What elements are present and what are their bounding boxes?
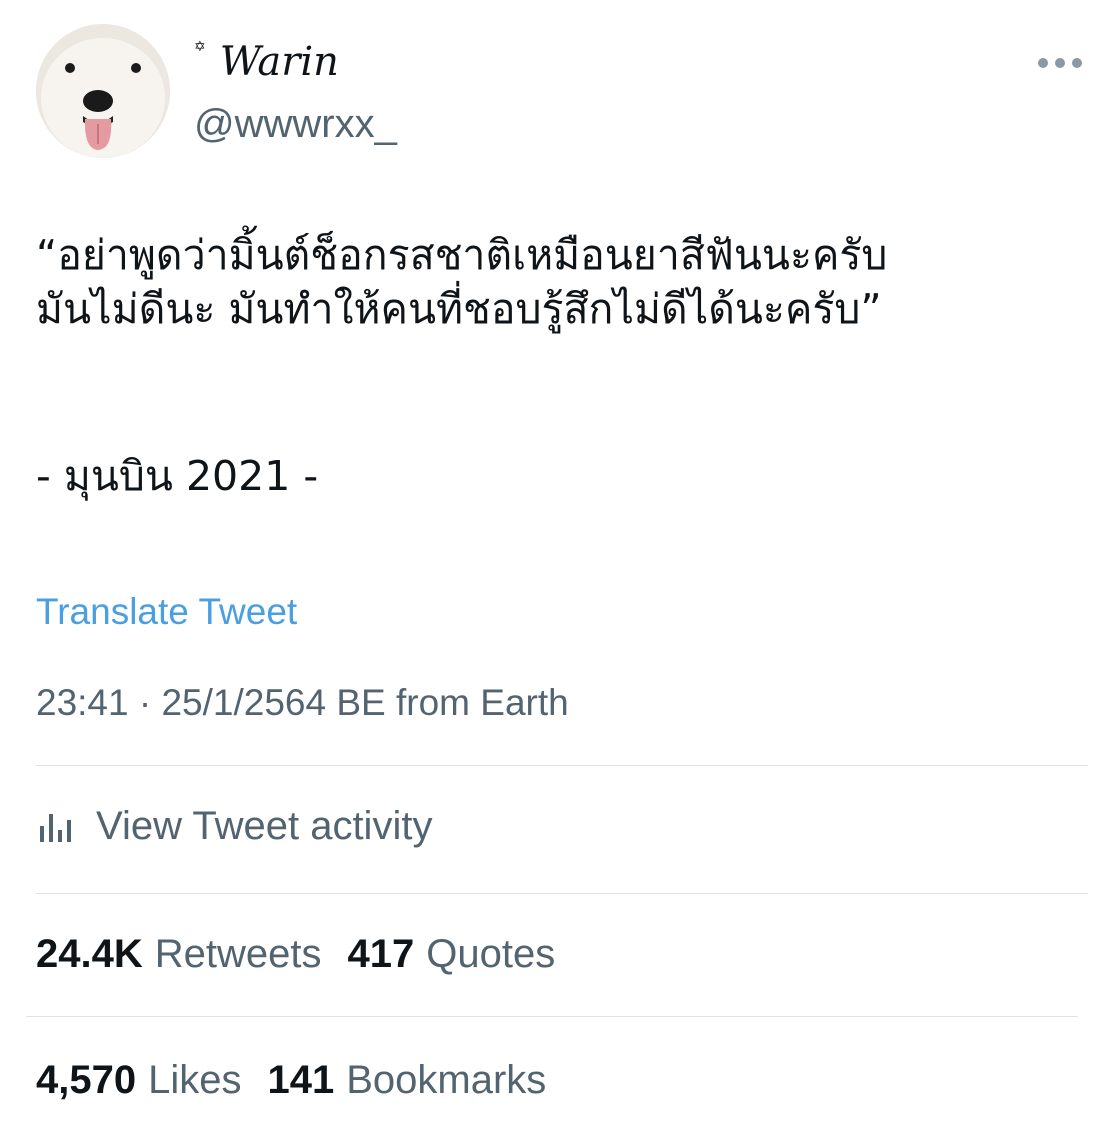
likes-label: Likes <box>148 1058 242 1102</box>
retweets-count: 24.4K <box>36 932 143 976</box>
author-handle[interactable]: @wwwrxx_ <box>194 100 397 148</box>
author-display-name[interactable]: Warin <box>220 36 339 88</box>
tweet-text: “อย่าพูดว่ามิ้นต์ช็อกรสชาติเหมือนยาสีฟัน… <box>36 228 1076 336</box>
tweet-timestamp[interactable]: 23:41 · 25/1/2564 BE from Earth <box>36 680 569 726</box>
bookmarks-stat[interactable]: 141 Bookmarks <box>268 1054 547 1106</box>
more-options-icon[interactable] <box>1038 52 1082 74</box>
star-of-david-icon: ✡ <box>194 39 206 55</box>
view-tweet-activity-label: View Tweet activity <box>96 804 433 848</box>
tweet-signature: - มุนบิน 2021 - <box>36 452 319 500</box>
quotes-count: 417 <box>347 932 415 976</box>
translate-tweet-link[interactable]: Translate Tweet <box>36 590 297 634</box>
dot-icon <box>1038 58 1048 68</box>
divider <box>36 893 1088 894</box>
divider <box>36 765 1088 766</box>
tweet-text-line: มันไม่ดีนะ มันทำให้คนที่ชอบรู้สึกไม่ดีได… <box>36 285 882 333</box>
bar-chart-icon <box>40 814 71 842</box>
bookmarks-count: 141 <box>267 1058 335 1102</box>
retweets-label: Retweets <box>154 932 322 976</box>
bookmarks-label: Bookmarks <box>346 1058 547 1102</box>
engagement-stats-row: 24.4K Retweets 417 Quotes <box>36 926 581 982</box>
dot-icon <box>1072 58 1082 68</box>
author-name-row[interactable]: ✡ Warin <box>194 36 339 96</box>
likes-count: 4,570 <box>36 1058 137 1102</box>
retweets-stat[interactable]: 24.4K Retweets <box>36 928 322 980</box>
likes-stat[interactable]: 4,570 Likes <box>36 1054 242 1106</box>
dot-icon <box>1055 58 1065 68</box>
quotes-stat[interactable]: 417 Quotes <box>348 928 556 980</box>
quotes-label: Quotes <box>426 932 556 976</box>
engagement-stats-row: 4,570 Likes 141 Bookmarks <box>36 1052 572 1108</box>
divider <box>26 1016 1078 1017</box>
white-dog-avatar-icon <box>36 24 170 158</box>
view-tweet-activity-button[interactable]: View Tweet activity <box>36 800 432 852</box>
tweet-text-line: “อย่าพูดว่ามิ้นต์ช็อกรสชาติเหมือนยาสีฟัน… <box>36 231 888 279</box>
avatar[interactable] <box>36 24 170 158</box>
